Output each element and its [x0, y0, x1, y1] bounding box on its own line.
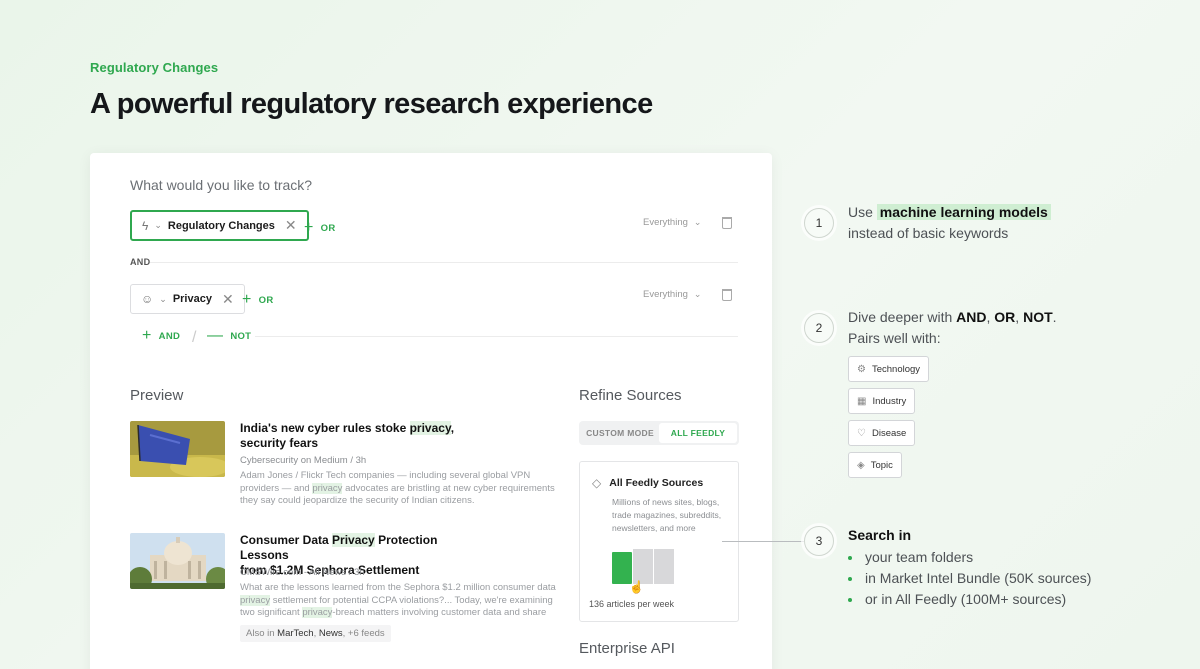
trash-icon[interactable] [722, 289, 732, 301]
article-thumbnail[interactable] [130, 421, 225, 477]
article-description: What are the lessons learned from the Se… [240, 582, 556, 618]
divider [150, 262, 738, 263]
chip-label: Regulatory Changes [167, 219, 275, 232]
chevron-down-icon[interactable]: ⌄ [159, 294, 167, 305]
plus-icon: + [142, 327, 152, 344]
chevron-down-icon: ⌄ [693, 289, 702, 299]
search-in-list: your team folders in Market Intel Bundle… [848, 547, 1091, 610]
sources-description: Millions of news sites, blogs, trade mag… [612, 497, 722, 533]
add-or-button[interactable]: + OR [242, 291, 274, 309]
sources-header: ◇ All Feedly Sources [592, 476, 704, 490]
track-prompt: What would you like to track? [130, 177, 313, 193]
source-mode-toggle[interactable]: CUSTOM MODE ALL FEEDLY [579, 421, 739, 445]
eyebrow: Regulatory Changes [90, 60, 219, 75]
chevron-down-icon[interactable]: ⌄ [154, 220, 162, 231]
chevron-down-icon: ⌄ [693, 217, 702, 227]
tag-topic[interactable]: ◈ Topic [848, 452, 902, 478]
preview-title: Preview [130, 387, 184, 404]
topic-chip-privacy[interactable]: ☺ ⌄ Privacy ✕ [130, 284, 245, 314]
article-source: CMSWire.com - All News / 3h [240, 567, 365, 578]
tag-technology[interactable]: ⚙ Technology [848, 356, 930, 382]
tracker-card: What would you like to track? ϟ ⌄ Regula… [90, 153, 772, 669]
separator: / [192, 329, 197, 346]
page-title: A powerful regulatory research experienc… [90, 88, 653, 120]
also-in-feeds[interactable]: Also in MarTech, News, +6 feeds [240, 625, 391, 642]
enterprise-api-title: Enterprise API [579, 640, 675, 657]
custom-mode-option[interactable]: CUSTOM MODE [581, 423, 659, 443]
add-not-button[interactable]: — NOT [207, 327, 251, 345]
article-title[interactable]: India's new cyber rules stoke privacy, se… [240, 421, 460, 451]
plus-icon: + [304, 219, 314, 236]
divider [255, 336, 738, 337]
tag-icon: ◈ [857, 459, 865, 471]
add-or-button[interactable]: + OR [304, 219, 336, 237]
hand-cursor-icon: ☝ [629, 580, 644, 594]
volume-bar [654, 549, 674, 584]
tag-disease[interactable]: ♡ Disease [848, 420, 916, 446]
volume-bar [633, 549, 653, 584]
step-number: 2 [804, 313, 834, 343]
step-three-title: Search in [848, 527, 912, 543]
scope-select[interactable]: Everything ⌄ [643, 217, 701, 228]
heart-icon: ♡ [857, 427, 866, 439]
step-number: 1 [804, 208, 834, 238]
scope-select[interactable]: Everything ⌄ [643, 289, 701, 300]
plus-icon: + [242, 291, 252, 308]
article-source: Cybersecurity on Medium / 3h [240, 455, 367, 466]
close-icon[interactable]: ✕ [285, 217, 297, 234]
topic-face-icon: ☺ [141, 292, 154, 306]
step-two-text: Dive deeper with AND, OR, NOT. Pairs well… [848, 309, 1057, 346]
list-item: or in All Feedly (100M+ sources) [848, 589, 1091, 610]
add-and-button[interactable]: + AND [142, 327, 180, 345]
topic-chip-regulatory[interactable]: ϟ ⌄ Regulatory Changes ✕ [130, 210, 309, 241]
all-feedly-option[interactable]: ALL FEEDLY [659, 423, 737, 443]
list-item: your team folders [848, 547, 1091, 568]
refine-sources-title: Refine Sources [579, 387, 682, 404]
sources-panel[interactable]: ◇ All Feedly Sources Millions of news si… [579, 461, 739, 622]
tag-industry[interactable]: ▦ Industry [848, 388, 916, 414]
bullet [848, 576, 852, 581]
article-description: Adam Jones / Flickr Tech companies — inc… [240, 470, 555, 506]
connector-line [722, 541, 804, 542]
article-thumbnail[interactable] [130, 533, 225, 589]
gear-icon: ⚙ [857, 363, 866, 375]
close-icon[interactable]: ✕ [222, 291, 234, 308]
step-number: 3 [804, 526, 834, 556]
bullet [848, 555, 852, 560]
trash-icon[interactable] [722, 217, 732, 229]
list-item: in Market Intel Bundle (50K sources) [848, 568, 1091, 589]
bolt-icon: ϟ [142, 218, 149, 233]
chip-label: Privacy [172, 293, 212, 305]
article-count: 136 articles per week [589, 599, 675, 609]
and-operator-label: AND [130, 257, 151, 267]
sources-icon: ◇ [592, 476, 602, 490]
bullet [848, 597, 852, 602]
step-one-text: Use machine learning models instead of ba… [848, 202, 1051, 244]
chart-icon: ▦ [857, 395, 867, 407]
minus-icon: — [207, 327, 224, 344]
